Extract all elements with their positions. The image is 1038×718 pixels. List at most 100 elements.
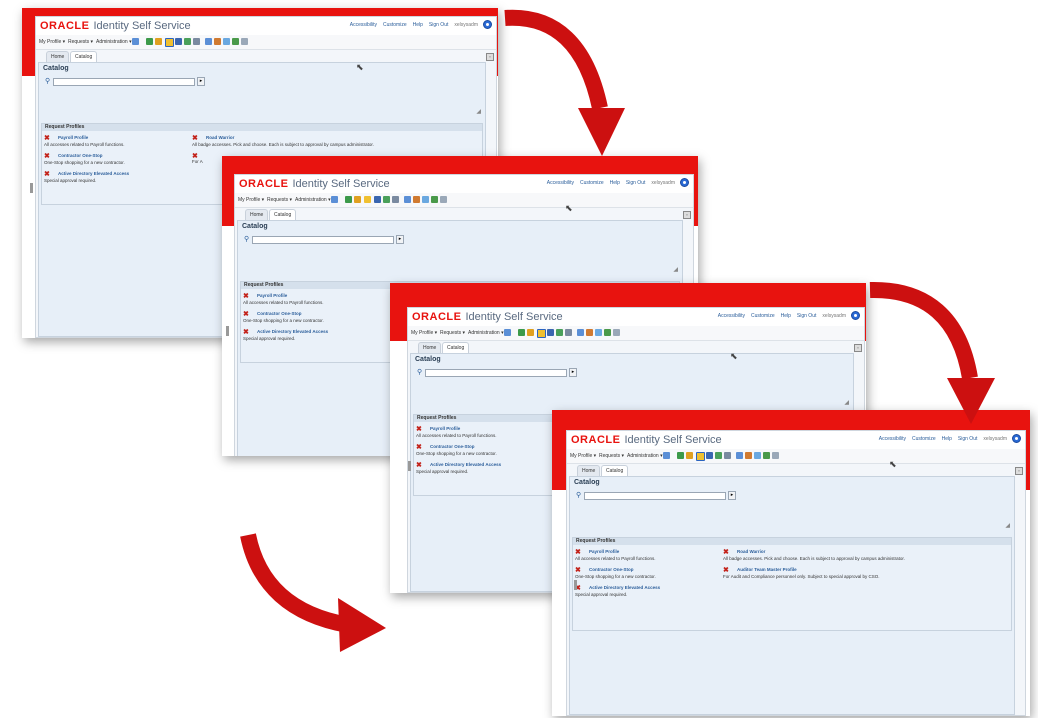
help-link[interactable]: Help	[610, 180, 620, 186]
tab-home[interactable]: Home	[245, 209, 269, 220]
sign-out-link[interactable]: Sign Out	[958, 436, 977, 442]
delete-icon[interactable]: ✖	[723, 566, 729, 574]
catalog-search-input[interactable]	[252, 236, 394, 244]
maximize-icon[interactable]: ▫	[1015, 467, 1023, 475]
help-link[interactable]: Help	[781, 313, 791, 319]
person-icon[interactable]	[518, 329, 525, 336]
search-button[interactable]: ▸	[396, 235, 404, 244]
catalog-icon[interactable]	[696, 452, 705, 461]
reports-icon[interactable]	[772, 452, 779, 459]
my-profile-menu[interactable]: My Profile ▾	[411, 330, 437, 336]
my-profile-menu[interactable]: My Profile ▾	[39, 39, 65, 45]
flag-icon[interactable]	[556, 329, 563, 336]
requests-menu[interactable]: Requests ▾	[440, 330, 465, 336]
accessibility-link[interactable]: Accessibility	[718, 313, 745, 319]
catalog-icon[interactable]	[165, 38, 174, 47]
sign-out-link[interactable]: Sign Out	[797, 313, 816, 319]
roles-icon[interactable]	[586, 329, 593, 336]
entitlements-icon[interactable]	[754, 452, 761, 459]
customize-link[interactable]: Customize	[383, 22, 407, 28]
tab-catalog[interactable]: Catalog	[70, 51, 98, 62]
resize-handle-icon[interactable]: ◢	[673, 266, 678, 273]
delete-icon[interactable]: ✖	[44, 170, 50, 178]
accessibility-link[interactable]: Accessibility	[350, 22, 377, 28]
search-button[interactable]: ▸	[728, 491, 736, 500]
roles-icon[interactable]	[413, 196, 420, 203]
resize-handle-icon[interactable]: ◢	[476, 108, 481, 115]
person-icon[interactable]	[146, 38, 153, 45]
delete-icon[interactable]: ✖	[416, 443, 422, 451]
people-icon[interactable]	[354, 196, 361, 203]
delete-icon[interactable]: ✖	[44, 134, 50, 142]
clipboard-icon[interactable]	[565, 329, 572, 336]
accessibility-link[interactable]: Accessibility	[879, 436, 906, 442]
help-link[interactable]: Help	[942, 436, 952, 442]
my-profile-menu[interactable]: My Profile ▾	[238, 197, 264, 203]
delete-icon[interactable]: ✖	[416, 425, 422, 433]
admin-icon[interactable]	[431, 196, 438, 203]
roles-icon[interactable]	[214, 38, 221, 45]
admin-icon[interactable]	[232, 38, 239, 45]
splitter-handle[interactable]	[574, 580, 577, 590]
search-button[interactable]: ▸	[197, 77, 205, 86]
admin-icon[interactable]	[763, 452, 770, 459]
org-icon[interactable]	[577, 329, 584, 336]
document-icon[interactable]	[663, 452, 670, 459]
tab-home[interactable]: Home	[46, 51, 70, 62]
requests-menu[interactable]: Requests ▾	[68, 39, 93, 45]
customize-link[interactable]: Customize	[751, 313, 775, 319]
person-icon[interactable]	[345, 196, 352, 203]
clipboard-icon[interactable]	[724, 452, 731, 459]
splitter-handle[interactable]	[408, 461, 411, 471]
entitlements-icon[interactable]	[223, 38, 230, 45]
users-icon[interactable]	[547, 329, 554, 336]
flag-icon[interactable]	[715, 452, 722, 459]
document-icon[interactable]	[504, 329, 511, 336]
my-profile-menu[interactable]: My Profile ▾	[570, 453, 596, 459]
help-link[interactable]: Help	[413, 22, 423, 28]
resize-handle-icon[interactable]: ◢	[844, 399, 849, 406]
flag-icon[interactable]	[383, 196, 390, 203]
tab-catalog[interactable]: Catalog	[269, 209, 297, 220]
delete-icon[interactable]: ✖	[723, 548, 729, 556]
document-icon[interactable]	[331, 196, 338, 203]
resize-handle-icon[interactable]: ◢	[1005, 522, 1010, 529]
flag-icon[interactable]	[184, 38, 191, 45]
entitlements-icon[interactable]	[422, 196, 429, 203]
catalog-icon[interactable]	[537, 329, 546, 338]
requests-menu[interactable]: Requests ▾	[599, 453, 624, 459]
customize-link[interactable]: Customize	[580, 180, 604, 186]
requests-menu[interactable]: Requests ▾	[267, 197, 292, 203]
entitlements-icon[interactable]	[595, 329, 602, 336]
delete-icon[interactable]: ✖	[575, 548, 581, 556]
clipboard-icon[interactable]	[193, 38, 200, 45]
maximize-icon[interactable]: ▫	[854, 344, 862, 352]
reports-icon[interactable]	[613, 329, 620, 336]
user-icon[interactable]	[483, 20, 492, 29]
delete-icon[interactable]: ✖	[243, 310, 249, 318]
customize-link[interactable]: Customize	[912, 436, 936, 442]
splitter-handle[interactable]	[226, 326, 229, 336]
splitter-handle[interactable]	[30, 183, 33, 193]
people-icon[interactable]	[155, 38, 162, 45]
user-icon[interactable]	[851, 311, 860, 320]
tab-home[interactable]: Home	[577, 465, 601, 476]
delete-icon[interactable]: ✖	[575, 566, 581, 574]
users-icon[interactable]	[175, 38, 182, 45]
sign-out-link[interactable]: Sign Out	[429, 22, 448, 28]
reports-icon[interactable]	[440, 196, 447, 203]
reports-icon[interactable]	[241, 38, 248, 45]
users-icon[interactable]	[374, 196, 381, 203]
administration-menu[interactable]: Administration ▾	[627, 453, 663, 459]
administration-menu[interactable]: Administration ▾	[295, 197, 331, 203]
delete-icon[interactable]: ✖	[416, 461, 422, 469]
admin-icon[interactable]	[604, 329, 611, 336]
delete-icon[interactable]: ✖	[243, 292, 249, 300]
accessibility-link[interactable]: Accessibility	[547, 180, 574, 186]
users-icon[interactable]	[706, 452, 713, 459]
people-icon[interactable]	[527, 329, 534, 336]
tab-catalog[interactable]: Catalog	[601, 465, 629, 476]
person-icon[interactable]	[677, 452, 684, 459]
catalog-search-input[interactable]	[584, 492, 726, 500]
catalog-icon[interactable]	[364, 196, 371, 203]
